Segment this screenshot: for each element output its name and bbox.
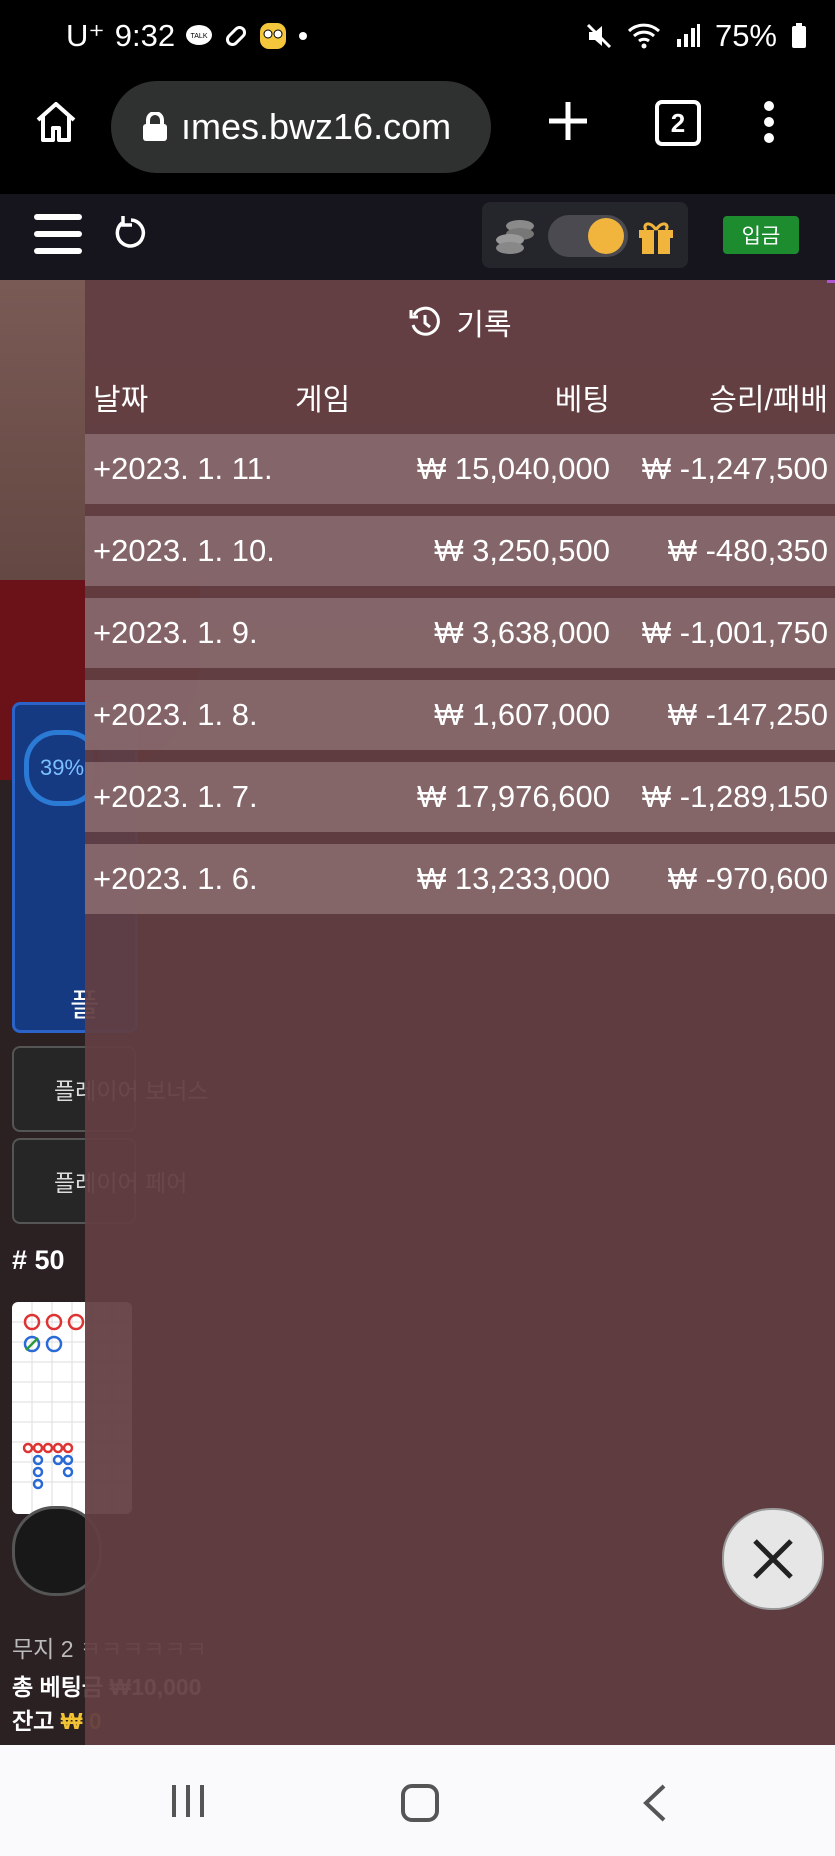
row-date: +2023. 1. 7. xyxy=(93,779,258,814)
row-result: ₩ -147,250 xyxy=(667,697,828,732)
wallet-widget xyxy=(482,202,688,268)
emoji-icon xyxy=(260,23,287,49)
history-title: 기록 xyxy=(85,300,835,344)
game-header: 입금 xyxy=(0,194,835,280)
status-right: 75% xyxy=(585,18,807,54)
tab-switcher-button[interactable]: 2 xyxy=(655,100,701,146)
row-date: +2023. 1. 9. xyxy=(93,615,258,650)
url-text: ımes.bwz16.com xyxy=(181,106,452,147)
new-tab-icon[interactable] xyxy=(543,96,593,146)
row-date: +2023. 1. 10. xyxy=(93,533,275,568)
carrier-label: U⁺ xyxy=(66,18,105,53)
battery-label: 75% xyxy=(714,18,777,53)
coins-icon xyxy=(496,220,534,254)
history-row[interactable]: +2023. 1. 10. ₩ 3,250,500 ₩ -480,350 xyxy=(85,516,835,586)
history-title-text: 기록 xyxy=(456,309,512,342)
row-result: ₩ -1,001,750 xyxy=(641,615,828,650)
column-header-bet: 베팅 xyxy=(554,384,610,417)
accent-line xyxy=(827,280,835,283)
currency-toggle[interactable] xyxy=(548,215,628,257)
close-button[interactable] xyxy=(722,1508,824,1610)
row-result: ₩ -1,289,150 xyxy=(641,779,828,814)
talk-icon: TALK xyxy=(186,25,213,45)
wifi-icon xyxy=(627,23,660,49)
row-date: +2023. 1. 6. xyxy=(93,861,258,896)
battery-icon xyxy=(792,23,806,48)
gift-icon[interactable] xyxy=(636,216,676,256)
row-result: ₩ -1,247,500 xyxy=(641,451,828,486)
row-bet: ₩ 15,040,000 xyxy=(416,451,610,486)
home-nav-icon[interactable] xyxy=(400,1783,440,1823)
status-bar: U⁺ 9:32 TALK 75% xyxy=(0,0,835,76)
mute-icon xyxy=(586,23,612,49)
row-bet: ₩ 13,233,000 xyxy=(416,861,610,896)
round-number: # 50 xyxy=(12,1245,65,1275)
row-result: ₩ -970,600 xyxy=(667,861,828,896)
menu-icon[interactable] xyxy=(34,212,82,256)
pill-icon xyxy=(226,25,247,47)
toggle-knob xyxy=(588,218,624,254)
svg-text:TALK: TALK xyxy=(191,33,208,40)
deposit-button[interactable]: 입금 xyxy=(723,216,799,254)
system-navigation-bar xyxy=(0,1745,835,1856)
column-header-game: 게임 xyxy=(295,384,351,417)
history-icon xyxy=(409,306,441,336)
column-header-date: 날짜 xyxy=(93,384,149,417)
balance-label: 잔고 xyxy=(12,1708,55,1734)
history-row[interactable]: +2023. 1. 7. ₩ 17,976,600 ₩ -1,289,150 xyxy=(85,762,835,832)
history-row[interactable]: +2023. 1. 8. ₩ 1,607,000 ₩ -147,250 xyxy=(85,680,835,750)
column-header-result: 승리/패배 xyxy=(709,384,828,417)
row-result: ₩ -480,350 xyxy=(667,533,828,568)
more-options-icon[interactable] xyxy=(760,100,778,144)
browser-toolbar: ımes.bwz16.com 2 xyxy=(0,76,835,194)
history-row[interactable]: +2023. 1. 11. ₩ 15,040,000 ₩ -1,247,500 xyxy=(85,434,835,504)
row-date: +2023. 1. 11. xyxy=(93,451,273,486)
row-bet: ₩ 1,607,000 xyxy=(434,697,610,732)
status-left: U⁺ 9:32 TALK xyxy=(66,18,309,54)
time-label: 9:32 xyxy=(114,18,176,53)
row-date: +2023. 1. 8. xyxy=(93,697,258,732)
close-icon xyxy=(753,1539,793,1579)
back-icon[interactable] xyxy=(640,1783,670,1823)
recent-apps-icon[interactable] xyxy=(168,1783,208,1819)
history-row[interactable]: +2023. 1. 6. ₩ 13,233,000 ₩ -970,600 xyxy=(85,844,835,914)
row-bet: ₩ 17,976,600 xyxy=(416,779,610,814)
row-bet: ₩ 3,638,000 xyxy=(434,615,610,650)
history-panel: 기록 날짜 게임 베팅 승리/패배 +2023. 1. 11. ₩ 15,040… xyxy=(85,280,835,1745)
row-bet: ₩ 3,250,500 xyxy=(434,533,610,568)
home-icon[interactable] xyxy=(32,98,80,146)
signal-icon xyxy=(676,24,700,47)
history-column-headers: 날짜 게임 베팅 승리/패배 xyxy=(85,375,835,417)
address-bar[interactable]: ımes.bwz16.com xyxy=(111,81,491,173)
refresh-icon[interactable] xyxy=(112,214,150,252)
history-row[interactable]: +2023. 1. 9. ₩ 3,638,000 ₩ -1,001,750 xyxy=(85,598,835,668)
lock-icon xyxy=(143,112,167,141)
dot-icon xyxy=(299,32,308,40)
